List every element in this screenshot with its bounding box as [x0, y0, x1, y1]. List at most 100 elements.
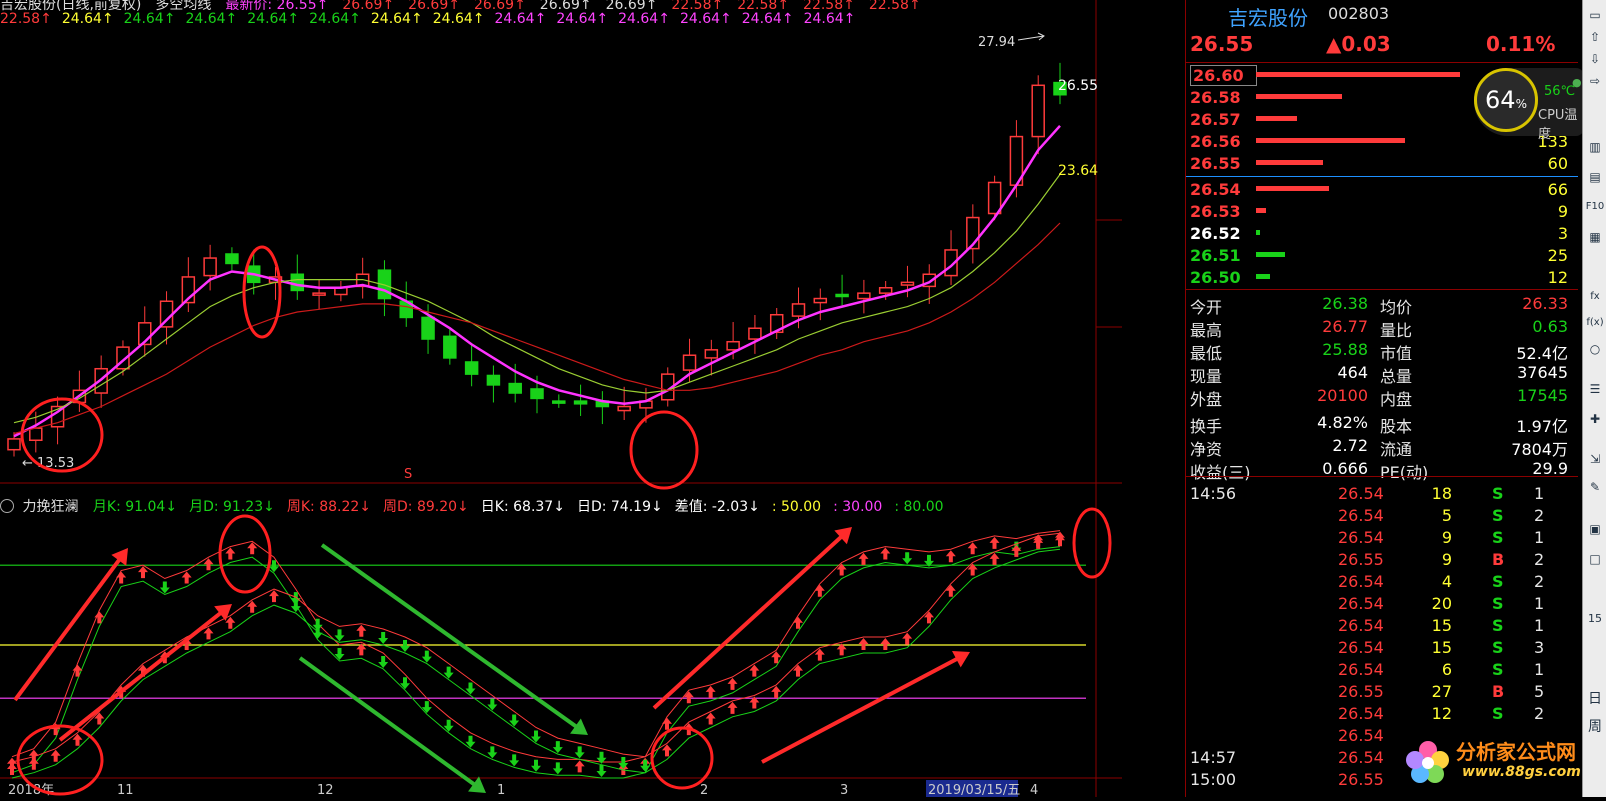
trend-arrow-down-head-icon	[570, 718, 588, 735]
watermark-brand: 分析家公式网	[1456, 740, 1576, 764]
table-icon[interactable]: ▦	[1585, 228, 1605, 246]
tick-side: S	[1492, 660, 1504, 679]
tick-side: S	[1492, 616, 1504, 635]
stats-row: 最低 25.88 市值 52.4亿	[1186, 338, 1578, 363]
indicator-icon[interactable]	[0, 499, 14, 513]
tick-price: 26.54	[1338, 638, 1384, 657]
order-book-row[interactable]: 26.54 66	[1186, 178, 1578, 200]
tick-row[interactable]: 26.54 5 S 2	[1186, 504, 1578, 526]
header-ma-value: 22.58↑	[0, 11, 52, 27]
indicator-name[interactable]: 力挽狂澜	[22, 499, 78, 515]
sell-marker: S	[404, 467, 412, 482]
square-icon[interactable]: □	[1585, 550, 1605, 568]
grid-icon[interactable]: ▣	[1585, 520, 1605, 538]
arrow-up-icon	[705, 685, 716, 698]
trend-arrow-down-head-icon	[468, 776, 486, 793]
tick-side: B	[1492, 682, 1505, 701]
tick-row[interactable]: 26.55 27 B 5	[1186, 680, 1578, 702]
stat-value: 464	[1337, 363, 1368, 382]
tick-row[interactable]: 26.55 9 B 2	[1186, 548, 1578, 570]
kline-icon[interactable]: ▥	[1585, 138, 1605, 156]
volume-bar	[1256, 252, 1285, 257]
x-axis-label: 1	[497, 783, 505, 797]
stats-row: 外盘 20100 内盘 17545	[1186, 384, 1578, 409]
period-15-button[interactable]: 15	[1585, 610, 1605, 628]
flower-logo-icon	[1406, 741, 1449, 783]
order-price: 26.60	[1190, 65, 1257, 86]
volume-bar	[1256, 72, 1460, 77]
candle	[312, 292, 326, 296]
export-icon[interactable]: ⇲	[1585, 450, 1605, 468]
header-ma-value: 24.64↑	[309, 11, 361, 27]
candle	[530, 388, 544, 400]
indicator-value: 月D: 91.23↓	[189, 499, 275, 515]
formula-icon[interactable]: fx	[1585, 288, 1605, 306]
function-icon[interactable]: f(x)	[1585, 314, 1605, 332]
order-book-row[interactable]: 26.51 25	[1186, 244, 1578, 266]
stat-value: 17545	[1517, 386, 1568, 405]
candle	[835, 293, 849, 298]
tick-row[interactable]: 26.54 4 S 2	[1186, 570, 1578, 592]
highlight-circle	[242, 245, 282, 339]
arrow-down-icon	[378, 632, 389, 645]
tick-row[interactable]: 26.54 12 S 2	[1186, 702, 1578, 724]
arrow-up-icon	[28, 757, 39, 770]
candle	[7, 438, 21, 451]
tick-row[interactable]: 26.54 9 S 1	[1186, 526, 1578, 548]
tick-count: 5	[1534, 682, 1545, 701]
tick-row[interactable]: 26.54 15 S 1	[1186, 614, 1578, 636]
candles[interactable]	[7, 62, 1067, 457]
stat-value: 26.38	[1322, 294, 1368, 313]
chart-icon[interactable]: ▤	[1585, 168, 1605, 186]
candle	[573, 400, 588, 405]
stat-value: 4.82%	[1317, 413, 1368, 432]
stats-row: 换手 4.82% 股本 1.97亿	[1186, 411, 1578, 436]
tick-row[interactable]: 14:56 26.54 18 S 1	[1186, 482, 1578, 504]
order-book-row[interactable]: 26.52 3	[1186, 222, 1578, 244]
tick-side: S	[1492, 506, 1504, 525]
header-ma-value: 24.64↑	[61, 11, 114, 27]
period-day-button[interactable]: 日	[1585, 690, 1605, 708]
tick-count: 3	[1534, 638, 1545, 657]
header-ma-value: 24.64↑	[432, 11, 485, 27]
tick-time: 15:00	[1190, 770, 1237, 789]
list-icon[interactable]: ☰	[1585, 380, 1605, 398]
tick-price: 26.54	[1338, 616, 1384, 635]
indicator-value: 周D: 89.20↓	[383, 499, 469, 515]
cpu-percent: 64	[1485, 86, 1516, 114]
arrow-up-icon	[662, 744, 672, 757]
tick-volume: 18	[1431, 484, 1452, 503]
tick-side: S	[1492, 704, 1504, 723]
stat-label: 外盘	[1190, 390, 1223, 409]
order-volume: 25	[1547, 246, 1568, 265]
arrow-up-icon	[858, 638, 869, 650]
header-ma-value: 24.64↑	[123, 11, 176, 27]
indicator-band-upper	[11, 532, 1061, 763]
arrow-down-icon[interactable]: ⇩	[1585, 50, 1605, 68]
order-book-row[interactable]: 26.53 9	[1186, 200, 1578, 222]
tick-row[interactable]: 26.54 20 S 1	[1186, 592, 1578, 614]
tools-icon[interactable]: ✚	[1585, 410, 1605, 428]
arrow-up-icon	[203, 558, 214, 571]
arrow-right-icon[interactable]: ⇨	[1585, 72, 1605, 90]
tick-count: 2	[1534, 572, 1545, 591]
arrow-up-icon	[880, 547, 891, 560]
highlight-circle	[629, 410, 699, 490]
order-book-row[interactable]: 26.50 12	[1186, 266, 1578, 288]
arrow-up-icon[interactable]: ⇧	[1585, 28, 1605, 46]
window-icon[interactable]: ▭	[1585, 6, 1605, 24]
order-book-row[interactable]: 26.55 60	[1186, 152, 1578, 174]
candle	[878, 286, 893, 294]
f10-icon[interactable]: F10	[1585, 198, 1605, 216]
last-price-label: 26.55	[1058, 78, 1098, 94]
pen-icon[interactable]: ✎	[1585, 478, 1605, 496]
indicator-header: 力挽狂澜 月K: 91.04↓ 月D: 91.23↓ 周K: 88.22↓ 周D: 8…	[0, 496, 956, 516]
chart-area[interactable]: 27.94← 13.5326.5523.64S26.556026.546626.…	[0, 0, 1183, 798]
kline-chart[interactable]: 27.94← 13.5326.5523.64S26.556026.546626.…	[0, 0, 1183, 798]
cpu-widget[interactable]: 64% ● 56℃ CPU温度	[1474, 68, 1584, 142]
arrow-down-icon	[902, 552, 913, 565]
stat-value: 26.33	[1522, 294, 1568, 313]
tick-row[interactable]: 26.54 15 S 3	[1186, 636, 1578, 658]
tick-row[interactable]: 26.54 6 S 1	[1186, 658, 1578, 680]
circle-icon[interactable]: ○	[1585, 340, 1605, 358]
